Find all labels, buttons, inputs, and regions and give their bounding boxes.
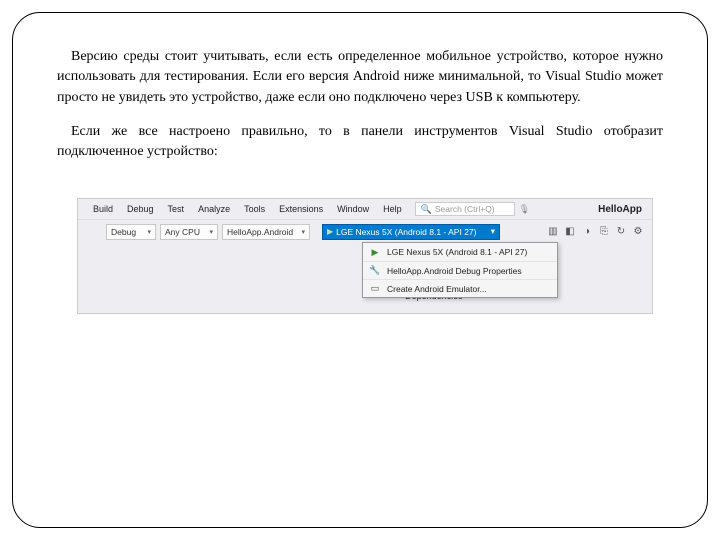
platform-combo[interactable]: Any CPU ▾ [160,224,218,240]
target-value: HelloApp.Android [227,227,293,237]
toolbar-icon-1[interactable]: ▥ [545,224,561,240]
document-frame: Версию среды стоит учитывать, если есть … [12,12,708,528]
run-device-button[interactable]: ▶ LGE Nexus 5X (Android 8.1 - API 27) ▾ [322,224,500,240]
toolbar-icon-2[interactable]: ◧ [562,224,578,240]
visual-studio-screenshot: Build Debug Test Analyze Tools Extension… [77,198,653,314]
target-combo[interactable]: HelloApp.Android ▾ [222,224,310,240]
toolbar-icon-3[interactable]: ◑ [579,224,595,240]
search-mic-icon[interactable]: 🎙 [519,204,530,215]
toolbar-icons-right: ▥ ◧ ◑ ⎘ ↻ ⚙ [545,224,646,240]
menu-help[interactable]: Help [376,201,409,217]
dropdown-item-label: HelloApp.Android Debug Properties [387,266,522,276]
toolbar: Debug ▾ Any CPU ▾ HelloApp.Android ▾ ▶ L… [78,219,652,243]
platform-value: Any CPU [165,227,200,237]
search-icon: 🔍 [421,204,432,215]
paragraph-1: Версию среды стоит учитывать, если есть … [57,47,663,108]
menu-tools[interactable]: Tools [237,201,272,217]
device-dropdown: ▶ LGE Nexus 5X (Android 8.1 - API 27) 🔧 … [362,242,558,298]
wrench-icon: 🔧 [369,265,381,276]
search-placeholder: Search (Ctrl+Q) [435,204,495,214]
paragraph-2: Если же все настроено правильно, то в па… [57,122,663,163]
menu-extensions[interactable]: Extensions [272,201,330,217]
play-icon: ▶ [369,247,381,258]
dropdown-item-debug-props[interactable]: 🔧 HelloApp.Android Debug Properties [363,261,557,279]
dropdown-item-device[interactable]: ▶ LGE Nexus 5X (Android 8.1 - API 27) [363,243,557,261]
project-name: HelloApp [598,204,642,215]
menu-analyze[interactable]: Analyze [191,201,237,217]
device-icon: ▭ [369,283,381,294]
chevron-down-icon: ▾ [491,226,495,237]
config-value: Debug [111,227,136,237]
dropdown-item-label: LGE Nexus 5X (Android 8.1 - API 27) [387,247,527,257]
menu-bar: Build Debug Test Analyze Tools Extension… [78,199,652,219]
chevron-down-icon: ▾ [301,228,305,236]
paragraph-2-text: Если же все настроено правильно, то в па… [57,124,663,159]
dropdown-item-label: Create Android Emulator... [387,284,487,294]
toolbar-icon-4[interactable]: ⎘ [596,224,612,240]
chevron-down-icon: ▾ [147,228,151,236]
toolbar-icon-6[interactable]: ⚙ [630,224,646,240]
menu-window[interactable]: Window [330,201,376,217]
chevron-down-icon: ▾ [209,228,213,236]
config-combo[interactable]: Debug ▾ [106,224,156,240]
search-input[interactable]: 🔍 Search (Ctrl+Q) [415,202,515,216]
run-device-label: LGE Nexus 5X (Android 8.1 - API 27) [336,227,476,237]
play-icon: ▶ [327,227,333,236]
menu-test[interactable]: Test [161,201,192,217]
paragraph-1-text: Версию среды стоит учитывать, если есть … [57,49,663,105]
dropdown-item-create-emulator[interactable]: ▭ Create Android Emulator... [363,279,557,297]
menu-build[interactable]: Build [86,201,120,217]
menu-debug[interactable]: Debug [120,201,161,217]
toolbar-icon-5[interactable]: ↻ [613,224,629,240]
